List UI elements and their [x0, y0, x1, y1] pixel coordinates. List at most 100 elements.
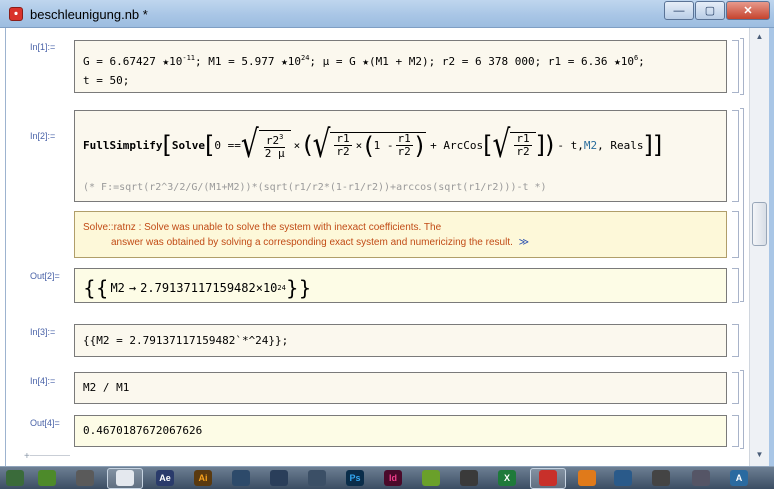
- message-line-2-wrap: answer was obtained by solving a corresp…: [83, 235, 718, 250]
- in2-minus-t: - t,: [557, 138, 584, 152]
- in1-sup-c: -11: [182, 54, 196, 62]
- in2-m2: M2: [583, 138, 598, 152]
- cell-bracket[interactable]: [732, 40, 739, 93]
- input-cell-3[interactable]: {{M2 = 2.79137117159482`*^24}};: [74, 324, 727, 357]
- in2-reals: , Reals: [597, 138, 644, 152]
- maximize-button[interactable]: ▢: [695, 1, 725, 20]
- cell-insertion-line[interactable]: [30, 455, 70, 463]
- out2-value: 2.79137117159482: [140, 281, 256, 295]
- in2-expression: FullSimplify [ Solve [ 0 == √ r23 2 μ × …: [83, 122, 663, 167]
- output-cell-2[interactable]: {{ M2 → 2.79137117159482 ×10 24 }}: [74, 268, 727, 303]
- mathematica-icon: [9, 7, 23, 21]
- in2-sqrt-3: √ r1 r2: [493, 125, 536, 163]
- cell-bracket[interactable]: [732, 415, 739, 447]
- taskbar-app-7[interactable]: [308, 470, 326, 486]
- taskbar-app-9[interactable]: [460, 470, 478, 486]
- input-cell-4[interactable]: M2 / M1: [74, 372, 727, 404]
- in2-arccos: + ArcCos: [430, 138, 484, 152]
- in1-text-b: 10: [169, 55, 183, 68]
- in2-comment: (* F:=sqrt(r2^3/2/G/(M1+M2))*(sqrt(r1/r2…: [83, 182, 547, 193]
- in1-text-d: ; M1 = 5.977: [195, 55, 282, 68]
- in1-text-e: 10: [287, 55, 301, 68]
- taskbar-app-1[interactable]: [6, 470, 24, 486]
- in1-line2: t = 50;: [83, 74, 130, 87]
- cell-bracket[interactable]: [732, 211, 739, 258]
- taskbar-app-8[interactable]: [422, 470, 440, 486]
- in3-text: {{M2 = 2.79137117159482`*^24}};: [83, 334, 289, 347]
- in1-text-k: ;: [638, 55, 645, 68]
- out2-exp: 24: [277, 284, 286, 292]
- taskbar-app-4[interactable]: [116, 470, 134, 486]
- taskbar-id[interactable]: Id: [384, 470, 402, 486]
- taskbar-mathematica-icon[interactable]: [539, 470, 557, 486]
- in2-r2-a: r2: [336, 145, 350, 158]
- taskbar-app-14[interactable]: A: [730, 470, 748, 486]
- out2-label: Out[2]=: [30, 271, 60, 281]
- in2-r2-c: r2: [516, 145, 530, 158]
- in1-text-a: G = 6.67427: [83, 55, 163, 68]
- input-cell-1[interactable]: G = 6.67427 ★10-11; M1 = 5.977 ★1024; μ …: [74, 40, 727, 93]
- message-cell[interactable]: Solve::ratnz : Solve was unable to solve…: [74, 211, 727, 258]
- in4-text: M2 / M1: [83, 381, 130, 394]
- window-title: beschleunigung.nb *: [30, 7, 148, 22]
- in2-r2-b: r2: [397, 145, 411, 158]
- group-bracket[interactable]: [740, 370, 744, 449]
- out2-arrow: →: [128, 281, 137, 295]
- in2-zero: 0 ==: [214, 138, 241, 152]
- out4-label: Out[4]=: [30, 418, 60, 428]
- message-line-2: answer was obtained by solving a corresp…: [111, 237, 513, 248]
- taskbar-app-10[interactable]: [578, 470, 596, 486]
- input-cell-2[interactable]: FullSimplify [ Solve [ 0 == √ r23 2 μ × …: [74, 110, 727, 202]
- out4-text: 0.4670187672067626: [83, 424, 203, 437]
- in3-label: In[3]:=: [30, 327, 56, 337]
- taskbar-app-2[interactable]: [38, 470, 56, 486]
- taskbar: Ae Ai Ps Id X A: [0, 466, 774, 489]
- in2-times-2: ×: [355, 139, 363, 152]
- window-controls: — ▢ ✕: [663, 1, 770, 20]
- group-bracket[interactable]: [740, 108, 744, 302]
- title-bar: beschleunigung.nb * — ▢ ✕: [0, 0, 774, 28]
- out2-open: {{: [83, 276, 109, 300]
- taskbar-app-5[interactable]: [232, 470, 250, 486]
- in2-two-mu: 2 μ: [264, 147, 285, 160]
- in2-one-minus: 1 -: [373, 139, 394, 152]
- taskbar-app-6[interactable]: [270, 470, 288, 486]
- out2-close: }}: [285, 276, 312, 300]
- group-bracket[interactable]: [740, 38, 744, 95]
- taskbar-ps[interactable]: Ps: [346, 470, 364, 486]
- taskbar-excel[interactable]: X: [498, 470, 516, 486]
- in4-label: In[4]:=: [30, 376, 56, 386]
- scroll-down-icon[interactable]: ▼: [752, 448, 767, 462]
- in2-label: In[2]:=: [30, 131, 56, 141]
- cell-bracket[interactable]: [732, 268, 739, 303]
- in2-solve: Solve: [171, 138, 205, 152]
- vertical-scrollbar[interactable]: ▲ ▼: [749, 28, 769, 466]
- cell-bracket[interactable]: [732, 372, 739, 404]
- scroll-thumb[interactable]: [752, 202, 767, 246]
- taskbar-app-11[interactable]: [614, 470, 632, 486]
- out2-times10: ×10: [255, 281, 278, 295]
- scroll-up-icon[interactable]: ▲: [752, 30, 767, 44]
- in2-times-1: ×: [293, 138, 301, 152]
- in2-fullsimplify: FullSimplify: [83, 138, 163, 152]
- output-cell-4[interactable]: 0.4670187672067626: [74, 415, 727, 447]
- add-cell-icon[interactable]: +: [24, 451, 30, 462]
- taskbar-app-3[interactable]: [76, 470, 94, 486]
- minimize-button[interactable]: —: [664, 1, 694, 20]
- cell-bracket[interactable]: [732, 110, 739, 202]
- in2-exp3: 3: [279, 133, 284, 141]
- in2-sqrt-2: √ r1 r2 × ( 1 - r1 r2 ): [312, 122, 427, 167]
- cell-bracket[interactable]: [732, 324, 739, 357]
- in1-label: In[1]:=: [30, 42, 56, 52]
- in1-text-h: (M1 + M2); r2 = 6 378 000; r1 = 6.36: [369, 55, 615, 68]
- in1-line1: G = 6.67427 ★10-11; M1 = 5.977 ★1024; μ …: [83, 54, 645, 68]
- taskbar-ai[interactable]: Ai: [194, 470, 212, 486]
- taskbar-app-13[interactable]: [692, 470, 710, 486]
- in2-r2: r2: [265, 134, 280, 147]
- taskbar-app-12[interactable]: [652, 470, 670, 486]
- close-button[interactable]: ✕: [726, 1, 770, 20]
- out2-m2: M2: [110, 281, 125, 295]
- taskbar-ae[interactable]: Ae: [156, 470, 174, 486]
- more-info-link[interactable]: ≫: [519, 237, 529, 248]
- in2-sqrt-1: √ r23 2 μ: [241, 125, 291, 163]
